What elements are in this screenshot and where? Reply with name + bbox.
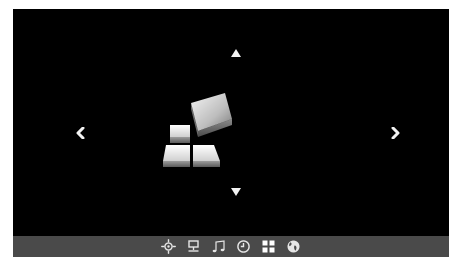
taskbar-globe[interactable] (285, 238, 302, 255)
chevron-right-icon (391, 127, 400, 139)
triangle-up-icon (231, 49, 241, 57)
triangle-down-icon (231, 188, 241, 196)
apps-blocks-icon (163, 93, 232, 167)
chevron-left-icon (76, 127, 85, 139)
tv-screen (13, 9, 449, 257)
taskbar-clock[interactable] (235, 238, 252, 255)
main-viewport (13, 9, 449, 236)
taskbar-music[interactable] (210, 238, 227, 255)
apps-grid-icon (262, 240, 275, 253)
globe-icon (287, 240, 300, 253)
music-icon (212, 240, 225, 253)
clock-icon (237, 240, 250, 253)
settings-icon (161, 239, 176, 254)
tilted-block (191, 93, 232, 137)
block-bottom-right (193, 145, 220, 167)
taskbar-network[interactable] (185, 238, 202, 255)
small-block-top (170, 125, 190, 143)
taskbar (13, 236, 449, 257)
block-bottom-left (163, 145, 190, 167)
taskbar-settings[interactable] (160, 238, 177, 255)
nav-up-button[interactable] (231, 49, 241, 57)
nav-down-button[interactable] (231, 188, 241, 196)
taskbar-apps[interactable] (260, 238, 277, 255)
network-icon (188, 240, 199, 252)
nav-left-button[interactable] (76, 127, 85, 139)
nav-right-button[interactable] (391, 127, 400, 139)
apps-tile[interactable] (146, 89, 238, 169)
